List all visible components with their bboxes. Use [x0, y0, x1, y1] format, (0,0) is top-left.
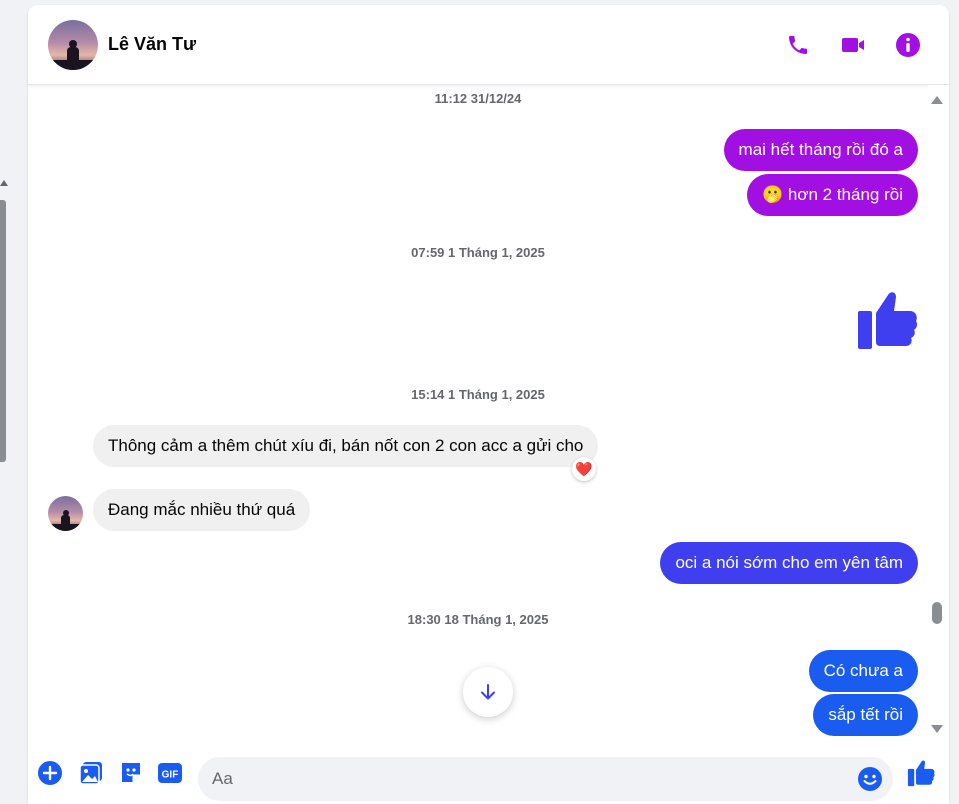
message-list[interactable]: 11:12 31/12/24 mai hết tháng rồi đó a 🫢 … [28, 85, 928, 745]
photo-icon[interactable] [78, 760, 104, 786]
contact-avatar-small[interactable] [48, 496, 83, 531]
scrollbar-thumb[interactable] [932, 602, 942, 624]
message-text: oci a nói sớm cho em yên tâm [675, 553, 903, 572]
scroll-to-bottom-button[interactable] [463, 667, 513, 717]
timestamp: 18:30 18 Tháng 1, 2025 [407, 612, 549, 627]
chat-header: Lê Văn Tư [28, 5, 949, 85]
contact-name[interactable]: Lê Văn Tư [108, 34, 196, 55]
message-text: Thông cảm a thêm chút xíu đi, bán nốt co… [108, 436, 584, 455]
message-scrollbar[interactable] [928, 85, 949, 745]
reaction-emoji: ❤️ [575, 461, 593, 477]
message-bubble[interactable]: Có chưa a [808, 650, 918, 692]
message-bubble[interactable]: sắp tết rồi [813, 694, 918, 736]
message-bubble[interactable]: Thông cảm a thêm chút xíu đi, bán nốt co… [93, 425, 599, 467]
arrow-down-icon [481, 684, 495, 700]
message-bubble[interactable]: oci a nói sớm cho em yên tâm [660, 542, 918, 584]
message-text: sắp tết rồi [828, 705, 903, 724]
svg-text:GIF: GIF [162, 770, 179, 781]
chat-panel: Lê Văn Tư 11:12 31/12/24 mai hết tháng r… [28, 5, 949, 804]
message-input-container[interactable] [198, 757, 893, 801]
message-text: Đang mắc nhiều thứ quá [108, 500, 296, 519]
message-text: hơn 2 tháng rồi [787, 185, 903, 204]
info-icon[interactable] [893, 30, 923, 60]
timestamp: 15:14 1 Tháng 1, 2025 [411, 387, 545, 402]
contact-avatar[interactable] [48, 20, 98, 70]
outer-sidebar-strip [0, 0, 28, 804]
message-input[interactable] [212, 757, 842, 801]
video-call-icon[interactable] [838, 30, 868, 60]
outer-scrollbar-thumb[interactable] [0, 200, 6, 462]
message-bubble[interactable]: 🫢 hơn 2 tháng rồi [746, 174, 918, 216]
message-bubble[interactable]: Đang mắc nhiều thứ quá [93, 489, 311, 531]
emoji-icon[interactable] [857, 766, 883, 792]
message-emoji: 🫢 [761, 185, 784, 204]
message-text: mai hết tháng rồi đó a [738, 140, 903, 159]
phone-icon[interactable] [783, 30, 813, 60]
timestamp: 07:59 1 Tháng 1, 2025 [411, 245, 545, 260]
scroll-up-arrow[interactable] [931, 96, 943, 104]
sticker-icon[interactable] [118, 760, 144, 786]
timestamp: 11:12 31/12/24 [434, 91, 522, 106]
heart-reaction-icon[interactable]: ❤️ [572, 457, 596, 481]
message-bubble[interactable]: mai hết tháng rồi đó a [723, 129, 918, 171]
message-composer: GIF [28, 745, 949, 804]
like-sticker[interactable] [856, 289, 918, 351]
message-text: Có chưa a [823, 661, 903, 680]
plus-circle-icon[interactable] [37, 760, 63, 786]
gif-icon[interactable]: GIF [157, 760, 183, 786]
outer-scroll-up-arrow[interactable] [0, 180, 8, 186]
thumbs-up-icon[interactable] [906, 758, 936, 788]
scroll-down-arrow[interactable] [931, 725, 943, 733]
